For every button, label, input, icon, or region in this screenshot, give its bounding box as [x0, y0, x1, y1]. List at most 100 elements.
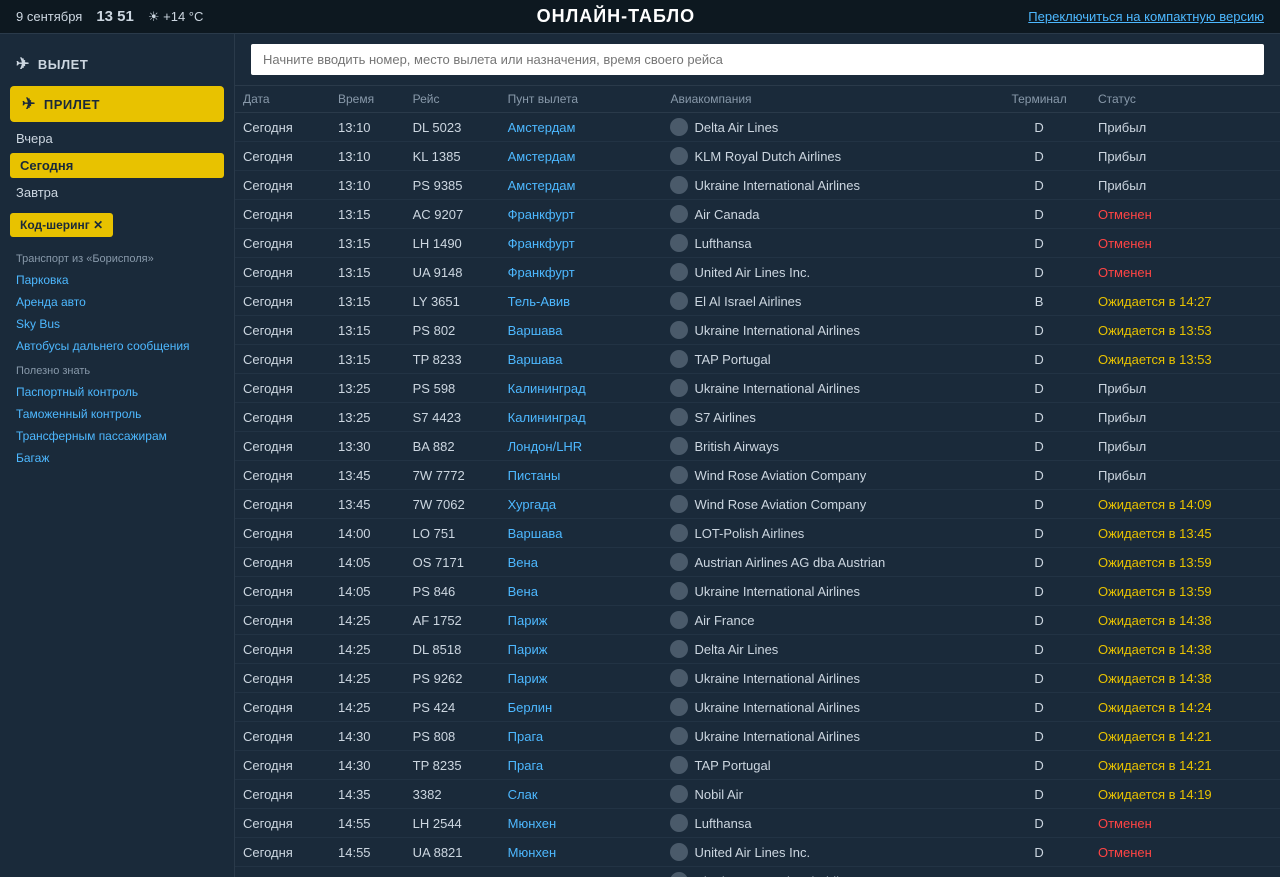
sidebar-link-buses[interactable]: Автобусы дальнего сообщения — [0, 335, 234, 357]
cell-terminal: D — [988, 229, 1090, 258]
sidebar-link-passport[interactable]: Паспортный контроль — [0, 381, 234, 403]
cell-destination[interactable]: Калининград — [500, 403, 663, 432]
cell-destination[interactable]: Слак — [500, 780, 663, 809]
cell-destination[interactable]: Лондон/LHR — [500, 432, 663, 461]
cell-airline: Lufthansa — [662, 229, 988, 258]
cell-flight: PS 424 — [405, 693, 500, 722]
cell-flight: PS 802 — [405, 316, 500, 345]
cell-destination[interactable]: Варшава — [500, 345, 663, 374]
cell-airline: Ukraine International Airlines — [662, 316, 988, 345]
cell-destination[interactable]: Амстердам — [500, 113, 663, 142]
cell-destination[interactable]: Мюнхен — [500, 809, 663, 838]
date-tomorrow[interactable]: Завтра — [0, 180, 234, 205]
cell-terminal: D — [988, 403, 1090, 432]
airline-logo — [670, 437, 688, 455]
cell-flight: DL 5023 — [405, 113, 500, 142]
cell-destination[interactable]: Париж — [500, 664, 663, 693]
compact-version-link[interactable]: Переключиться на компактную версию — [1028, 9, 1264, 24]
cell-airline: Ukraine International Airlines — [662, 664, 988, 693]
cell-destination[interactable]: Берлин — [500, 693, 663, 722]
departure-button[interactable]: ✈ ВЫЛЕТ — [0, 46, 234, 82]
cell-time: 13:25 — [330, 374, 405, 403]
airline-name: Wind Rose Aviation Company — [694, 468, 866, 483]
cell-terminal: D — [988, 171, 1090, 200]
cell-destination[interactable]: Париж — [500, 635, 663, 664]
sidebar-link-transfer[interactable]: Трансферным пассажирам — [0, 425, 234, 447]
date-yesterday[interactable]: Вчера — [0, 126, 234, 151]
cell-terminal: D — [988, 664, 1090, 693]
info-section-title: Полезно знать — [0, 357, 234, 381]
cell-status: Отменен — [1090, 838, 1280, 867]
cell-time: 14:25 — [330, 693, 405, 722]
cell-airline: Ukraine International Airlines — [662, 374, 988, 403]
cell-date: Сегодня — [235, 548, 330, 577]
table-row: Сегодня 13:10 PS 9385 Амстердам Ukraine … — [235, 171, 1280, 200]
cell-destination[interactable]: Пистаны — [500, 461, 663, 490]
cell-destination[interactable]: Хургада — [500, 490, 663, 519]
cell-destination[interactable]: Прага — [500, 751, 663, 780]
cell-flight: BA 882 — [405, 432, 500, 461]
cell-flight: KL 1385 — [405, 142, 500, 171]
cell-terminal: D — [988, 316, 1090, 345]
cell-airline: Nobil Air — [662, 780, 988, 809]
airline-logo — [670, 147, 688, 165]
cell-destination[interactable]: Франкфурт — [500, 258, 663, 287]
codeshare-label: Код-шеринг ✕ — [20, 218, 103, 232]
cell-destination[interactable]: Франкфурт — [500, 200, 663, 229]
cell-status: Ожидается в 13:59 — [1090, 548, 1280, 577]
table-row: Сегодня 13:15 UA 9148 Франкфурт United A… — [235, 258, 1280, 287]
cell-time: 13:25 — [330, 403, 405, 432]
col-header-flight: Рейс — [405, 86, 500, 113]
arrival-button[interactable]: ✈ ПРИЛЕТ — [10, 86, 224, 122]
cell-status: Ожидается в 14:21 — [1090, 751, 1280, 780]
airline-logo — [670, 466, 688, 484]
cell-destination[interactable]: Мюнхен — [500, 838, 663, 867]
cell-time: 13:15 — [330, 258, 405, 287]
sidebar-link-skybus[interactable]: Sky Bus — [0, 313, 234, 335]
sidebar-link-parking[interactable]: Парковка — [0, 269, 234, 291]
cell-destination[interactable]: Вена — [500, 577, 663, 606]
cell-status: Прибыл — [1090, 432, 1280, 461]
cell-destination[interactable]: Франкфурт — [500, 229, 663, 258]
cell-date: Сегодня — [235, 664, 330, 693]
sidebar-link-baggage[interactable]: Багаж — [0, 447, 234, 469]
flights-table-container[interactable]: Дата Время Рейс Пунт вылета Авиакомпания… — [235, 86, 1280, 877]
date-today[interactable]: Сегодня — [10, 153, 224, 178]
sidebar-link-customs[interactable]: Таможенный контроль — [0, 403, 234, 425]
airline-name: Delta Air Lines — [694, 642, 778, 657]
cell-destination[interactable]: Амстердам — [500, 171, 663, 200]
codeshare-button[interactable]: Код-шеринг ✕ — [10, 213, 113, 237]
flights-tbody: Сегодня 13:10 DL 5023 Амстердам Delta Ai… — [235, 113, 1280, 877]
airline-name: Ukraine International Airlines — [694, 729, 859, 744]
cell-destination[interactable]: Амстердам — [500, 142, 663, 171]
cell-date: Сегодня — [235, 200, 330, 229]
cell-destination[interactable]: Варшава — [500, 519, 663, 548]
cell-status: Ожидается в 13:53 — [1090, 345, 1280, 374]
cell-date: Сегодня — [235, 287, 330, 316]
cell-destination[interactable]: Калининград — [500, 374, 663, 403]
cell-terminal: D — [988, 577, 1090, 606]
sidebar-link-car-rental[interactable]: Аренда авто — [0, 291, 234, 313]
table-row: Сегодня 14:25 PS 9262 Париж Ukraine Inte… — [235, 664, 1280, 693]
table-row: Сегодня 14:25 PS 424 Берлин Ukraine Inte… — [235, 693, 1280, 722]
search-input[interactable] — [251, 44, 1264, 75]
cell-destination[interactable]: Прага — [500, 722, 663, 751]
cell-terminal: D — [988, 200, 1090, 229]
cell-time: 13:15 — [330, 287, 405, 316]
cell-status: Отменен — [1090, 258, 1280, 287]
cell-time: 13:15 — [330, 316, 405, 345]
cell-airline: S7 Airlines — [662, 403, 988, 432]
airline-logo — [670, 263, 688, 281]
cell-time: 13:15 — [330, 229, 405, 258]
topbar-left: 9 сентября 13 51 ☀ +14 °С — [16, 8, 203, 25]
cell-destination[interactable]: Тель-Авив — [500, 287, 663, 316]
cell-destination[interactable]: Вена — [500, 548, 663, 577]
cell-date: Сегодня — [235, 751, 330, 780]
cell-destination[interactable]: Варшава — [500, 316, 663, 345]
cell-airline: Air France — [662, 606, 988, 635]
cell-flight: UA 8821 — [405, 838, 500, 867]
cell-flight: PS 9385 — [405, 171, 500, 200]
cell-destination[interactable]: Стокгольм — [500, 867, 663, 877]
table-row: Сегодня 13:15 TP 8233 Варшава TAP Portug… — [235, 345, 1280, 374]
cell-destination[interactable]: Париж — [500, 606, 663, 635]
